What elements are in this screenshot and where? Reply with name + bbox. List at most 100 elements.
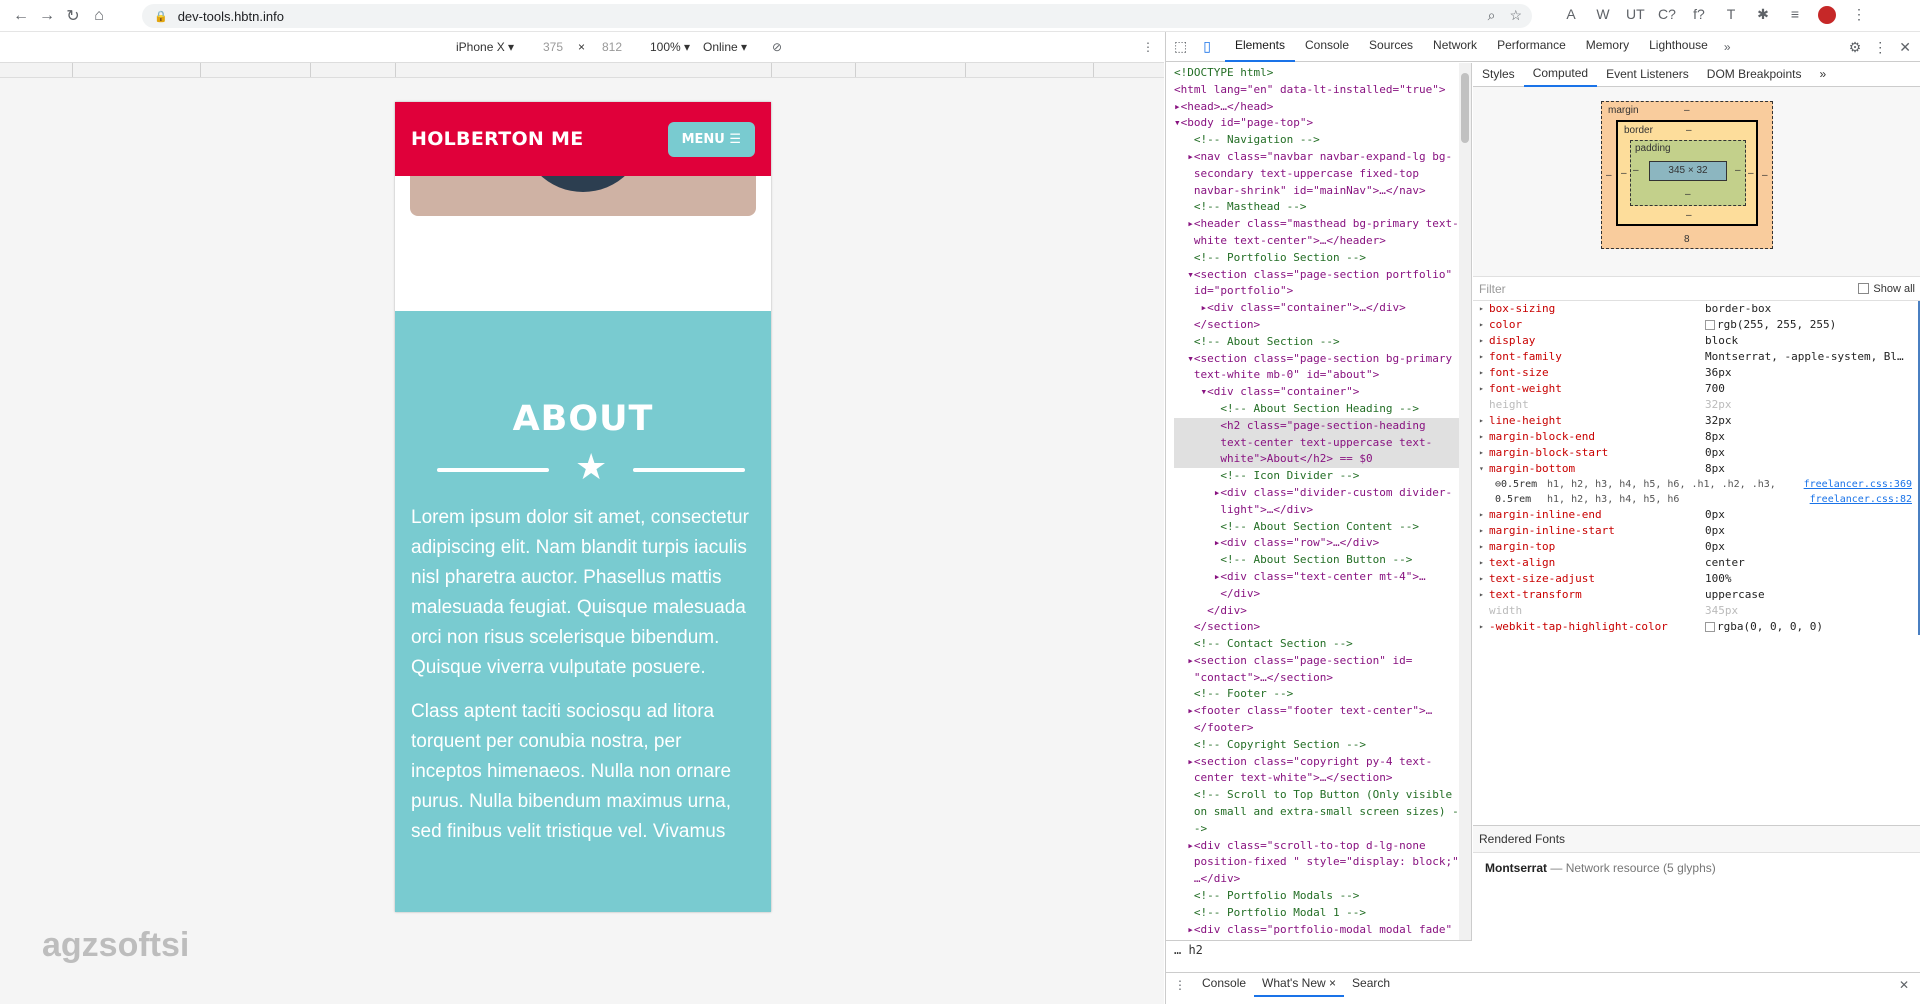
dom-node-line[interactable]: <h2 class="page-section-heading [1174,417,1471,435]
reload-icon[interactable]: ↻ [60,3,86,29]
extension-icon[interactable]: ✱ [1754,6,1772,24]
dom-node-line[interactable]: text-center text-uppercase text- [1174,434,1471,452]
dom-node-line[interactable]: ▸<section class="page-section" id= [1174,653,1471,670]
expand-right-icon[interactable]: ▸ [1479,317,1489,333]
dom-node-line[interactable]: <!-- Portfolio Modals --> [1174,888,1471,905]
dom-node-line[interactable]: secondary text-uppercase fixed-top [1174,166,1471,183]
dom-node-line[interactable]: ▸<section class="copyright py-4 text- [1174,754,1471,771]
dom-node-line[interactable]: ▸<div class="row">…</div> [1174,535,1471,552]
color-swatch[interactable] [1705,320,1715,330]
dom-node-line[interactable]: <!-- About Section Content --> [1174,519,1471,536]
dom-node-line[interactable]: light">…</div> [1174,502,1471,519]
box-model-padding[interactable]: padding – – – 345 × 32 [1630,140,1746,206]
profile-avatar[interactable] [1818,6,1836,24]
extension-icon[interactable]: A [1562,6,1580,24]
elements-tree[interactable]: <!DOCTYPE html> <html lang="en" data-lt-i… [1166,63,1472,940]
dom-node-line[interactable]: <!DOCTYPE html> [1174,65,1471,82]
close-drawer-icon[interactable]: ✕ [1899,978,1909,992]
expand-right-icon[interactable] [1479,397,1489,413]
dom-node-line[interactable]: <!-- About Section Heading --> [1174,401,1471,418]
computed-property-row[interactable]: ▸ margin-inline-start 0px [1479,523,1918,539]
devtools-tab-lighthouse[interactable]: Lighthouse [1639,31,1718,62]
computed-property-row[interactable]: ▸ color rgb(255, 255, 255) [1479,317,1918,333]
expand-right-icon[interactable]: ▸ [1479,539,1489,555]
sidebar-tab-styles[interactable]: Styles [1473,63,1524,86]
expand-right-icon[interactable]: ▸ [1479,523,1489,539]
extension-icon[interactable]: C? [1658,6,1676,24]
address-bar[interactable]: 🔒 dev-tools.hbtn.info ⌕ ☆ [142,4,1532,28]
dom-node-line[interactable]: white">About</h2> == $0 [1174,451,1471,469]
color-swatch[interactable] [1705,622,1715,632]
customize-icon[interactable]: ⋮ [1873,39,1887,56]
dom-node-line[interactable]: "contact">…</section> [1174,670,1471,687]
dom-node-line[interactable]: ▸<div class="portfolio-modal modal fade" [1174,922,1471,939]
dom-node-line[interactable]: </section> [1174,619,1471,636]
forward-icon[interactable]: → [34,3,60,29]
dom-node-line[interactable]: ▾<div class="container"> [1174,384,1471,401]
dom-node-line[interactable]: …</div> [1174,871,1471,888]
dom-node-line[interactable]: <!-- Masthead --> [1174,199,1471,216]
show-all-checkbox[interactable] [1858,283,1870,294]
show-all-toggle[interactable]: Show all [1858,283,1915,295]
devtools-tab-network[interactable]: Network [1423,31,1487,62]
computed-property-row[interactable]: ▸ display block [1479,333,1918,349]
box-model-margin[interactable]: margin – 8 – – border – – – – padding – … [1601,101,1773,249]
dom-node-line[interactable]: <!-- About Section --> [1174,334,1471,351]
drawer-tab-2[interactable]: Search [1344,972,1398,997]
devtools-tab-sources[interactable]: Sources [1359,31,1423,62]
computed-property-row[interactable]: ▸ margin-block-end 8px [1479,429,1918,445]
dom-node-line[interactable]: white text-center">…</header> [1174,233,1471,250]
dom-node-line[interactable]: ▸<header class="masthead bg-primary text… [1174,216,1471,233]
dom-node-line[interactable]: ▾<section class="page-section bg-primary [1174,351,1471,368]
drawer-tab-0[interactable]: Console [1194,972,1254,997]
expand-right-icon[interactable]: ▸ [1479,507,1489,523]
dom-node-line[interactable]: on small and extra-small screen sizes) - [1174,804,1471,821]
computed-property-row[interactable]: ▸ font-family Montserrat, -apple-system, B… [1479,349,1918,365]
dom-node-line[interactable]: ▸<head>…</head> [1174,99,1471,116]
dom-node-line[interactable]: ▸<div class="divider-custom divider- [1174,485,1471,502]
stylesheet-link[interactable]: freelancer.css:82 [1810,492,1912,507]
dom-node-line[interactable]: ▸<nav class="navbar navbar-expand-lg bg- [1174,149,1471,166]
expand-right-icon[interactable]: ▸ [1479,333,1489,349]
computed-property-row[interactable]: ▸ text-size-adjust 100% [1479,571,1918,587]
expand-right-icon[interactable] [1479,603,1489,619]
extension-icon[interactable]: ≡ [1786,6,1804,24]
dom-node-line[interactable]: </section> [1174,317,1471,334]
dom-node-line[interactable]: center text-white">…</section> [1174,770,1471,787]
expand-right-icon[interactable]: ▸ [1479,413,1489,429]
dom-node-line[interactable]: <!-- Contact Section --> [1174,636,1471,653]
dom-node-line[interactable]: navbar-shrink" id="mainNav">…</nav> [1174,183,1471,200]
computed-property-row[interactable]: ▸ margin-block-start 0px [1479,445,1918,461]
expand-right-icon[interactable]: ▸ [1479,619,1489,635]
inspect-icon[interactable]: ⬚ [1166,38,1195,55]
devtools-tab-memory[interactable]: Memory [1576,31,1639,62]
computed-property-row[interactable]: ▾ margin-bottom 8px [1479,461,1918,477]
dom-node-line[interactable]: id="portfolio"> [1174,283,1471,300]
expand-right-icon[interactable]: ▸ [1479,429,1489,445]
devtools-tab-console[interactable]: Console [1295,31,1359,62]
computed-property-row[interactable]: ▸ text-align center [1479,555,1918,571]
expand-right-icon[interactable]: ▸ [1479,445,1489,461]
dom-node-line[interactable]: <html lang="en" data-lt-installed="true"… [1174,82,1471,99]
computed-property-row[interactable]: ▸ -webkit-tap-highlight-color rgba(0, 0, 0… [1479,619,1918,635]
computed-property-row[interactable]: ▸ font-weight 700 [1479,381,1918,397]
sidebar-more-icon[interactable]: » [1810,63,1835,86]
dom-node-line[interactable]: ▾<section class="page-section portfolio" [1174,267,1471,284]
settings-gear-icon[interactable]: ⚙ [1849,39,1862,56]
extension-icon[interactable]: W [1594,6,1612,24]
dom-node-line[interactable]: <!-- Navigation --> [1174,132,1471,149]
dom-node-line[interactable]: <!-- Copyright Section --> [1174,737,1471,754]
device-height-input[interactable]: 812 [602,40,622,54]
expand-right-icon[interactable]: ▸ [1479,365,1489,381]
close-devtools-icon[interactable]: ✕ [1899,39,1911,56]
more-tabs-icon[interactable]: » [1718,40,1737,54]
dom-node-line[interactable]: <!-- Icon Divider --> [1174,468,1471,485]
elements-breadcrumb[interactable]: … h2 [1166,940,1472,960]
device-more-icon[interactable]: ⋮ [1142,40,1154,54]
dom-node-line[interactable]: ▸<div class="scroll-to-top d-lg-none [1174,838,1471,855]
expand-right-icon[interactable]: ▸ [1479,587,1489,603]
dom-node-line[interactable]: <!-- Scroll to Top Button (Only visible [1174,787,1471,804]
dom-node-line[interactable]: <!-- About Section Button --> [1174,552,1471,569]
dom-node-line[interactable]: <!-- Portfolio Section --> [1174,250,1471,267]
dom-node-line[interactable]: ▾<body id="page-top"> [1174,115,1471,132]
